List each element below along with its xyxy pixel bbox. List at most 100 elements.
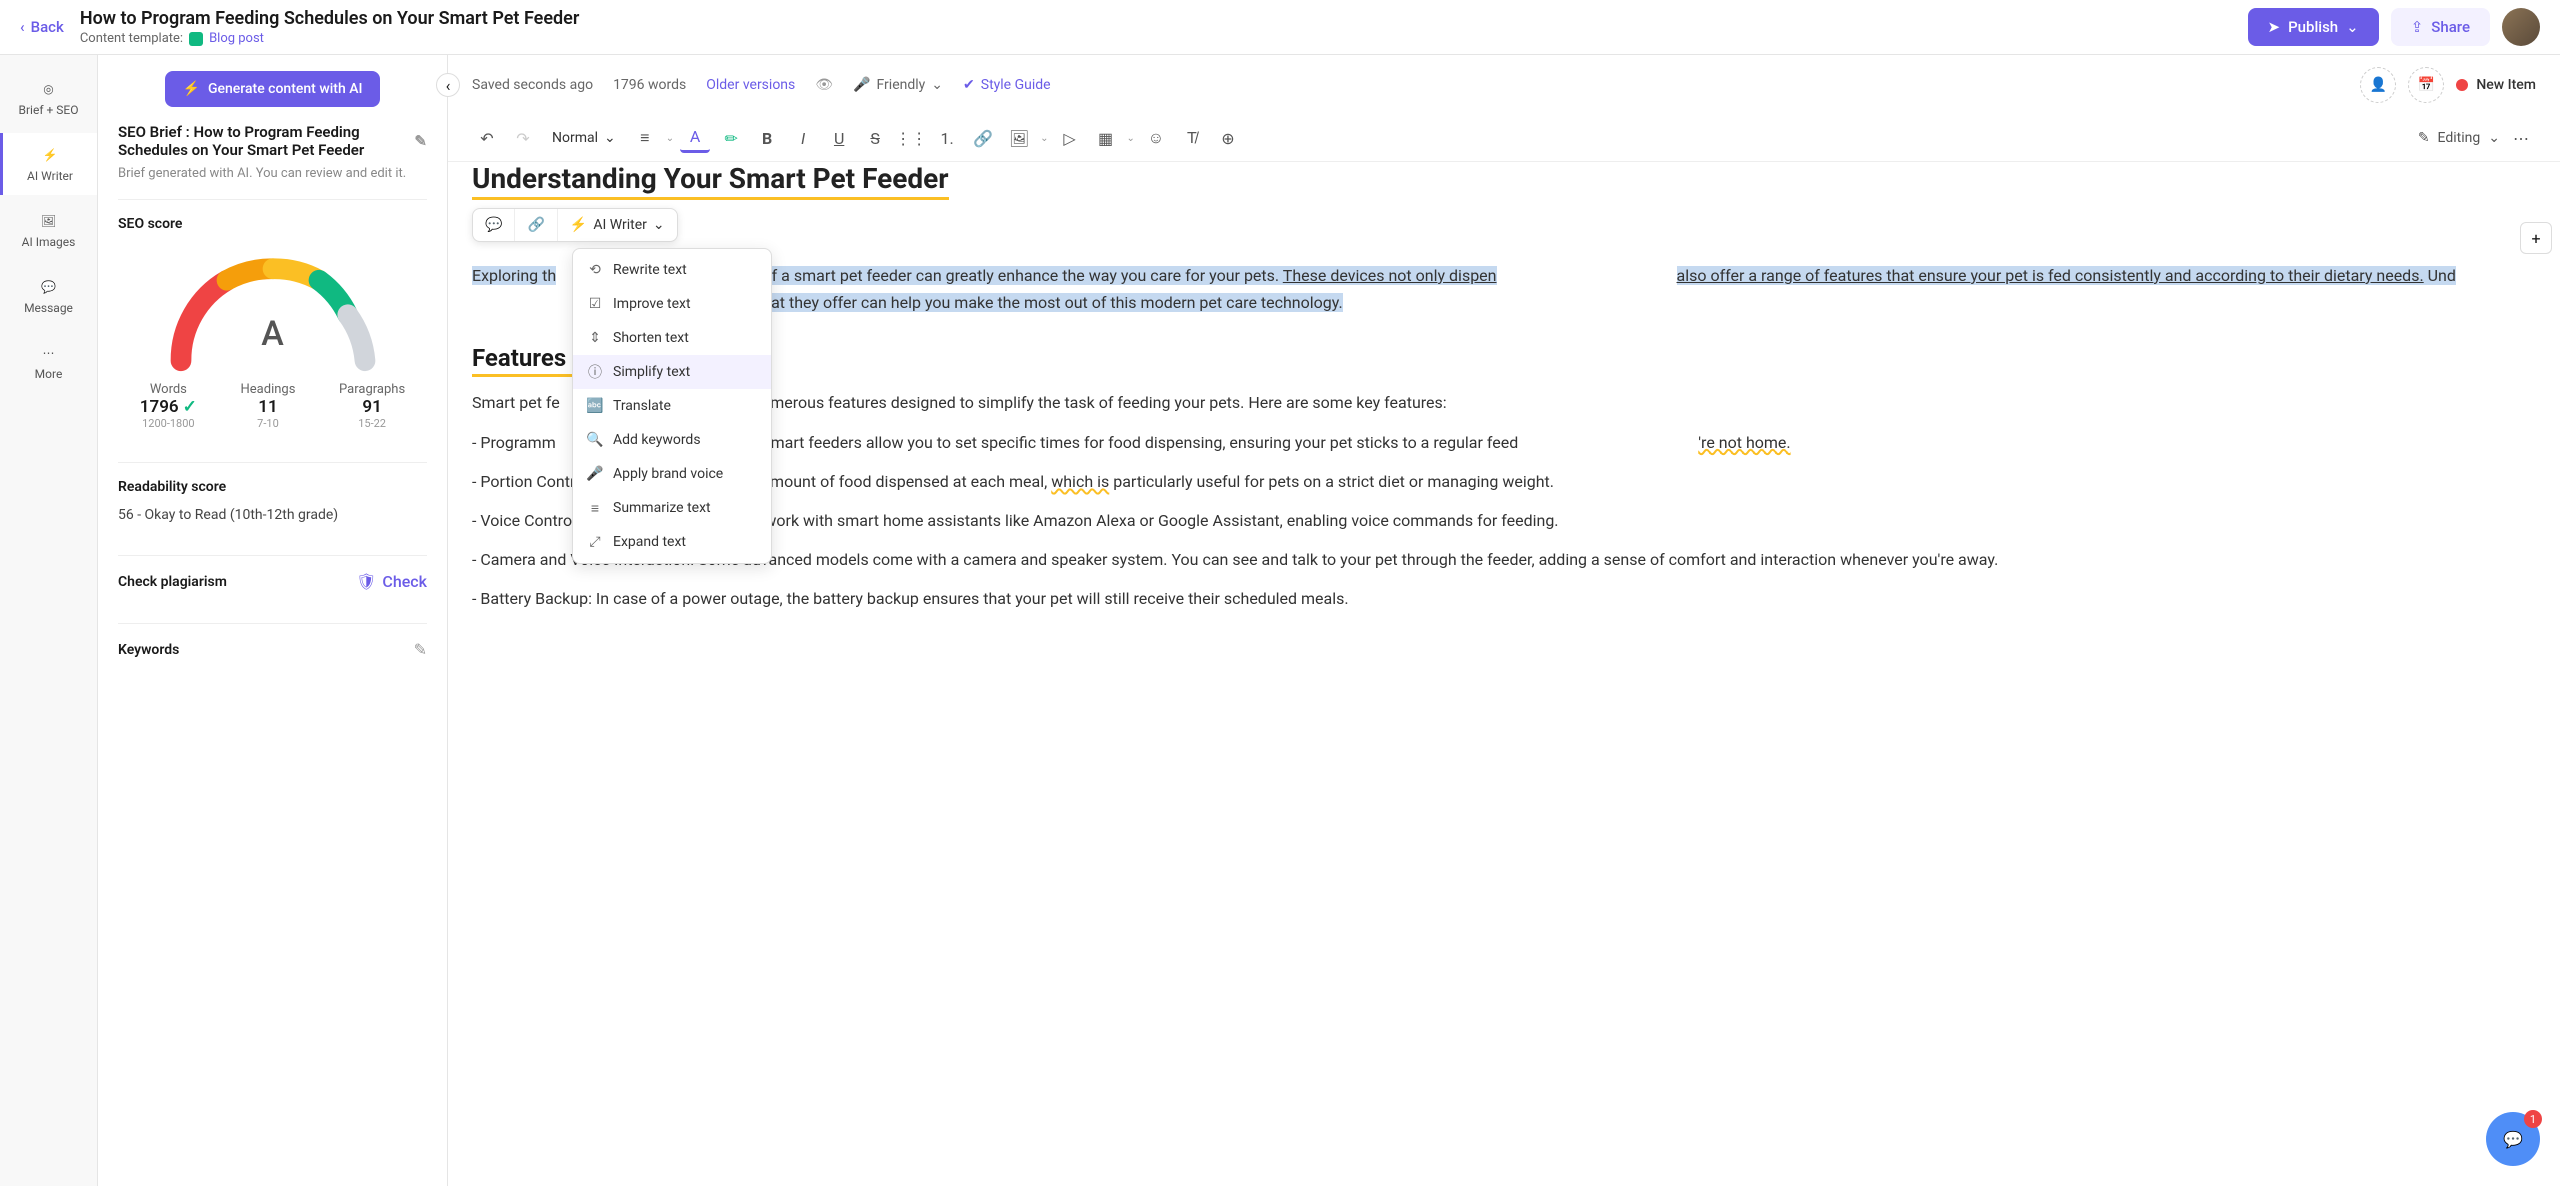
sidebar: ⚡ Generate content with AI SEO Brief : H… bbox=[98, 55, 448, 1186]
rail-more[interactable]: ⋯ More bbox=[0, 331, 97, 393]
translate-option[interactable]: 🔤Translate bbox=[573, 389, 771, 423]
brand-voice-option[interactable]: 🎤Apply brand voice bbox=[573, 457, 771, 491]
share-label: Share bbox=[2431, 18, 2470, 36]
shield-icon: 🛡 bbox=[356, 572, 376, 591]
mic-icon: 🎤 bbox=[587, 466, 603, 482]
shorten-text-option[interactable]: ⇕Shorten text bbox=[573, 321, 771, 355]
insert-link-button[interactable]: 🔗 bbox=[515, 209, 557, 241]
add-block-right-button[interactable]: + bbox=[2520, 222, 2552, 254]
template-label: Content template: bbox=[80, 31, 183, 46]
redo-button[interactable]: ↷ bbox=[508, 123, 538, 153]
undo-button[interactable]: ↶ bbox=[472, 123, 502, 153]
rewrite-text-option[interactable]: ⟲Rewrite text bbox=[573, 253, 771, 287]
expand-option[interactable]: ⤢Expand text bbox=[573, 525, 771, 559]
metric-headings: Headings 11 7-10 bbox=[241, 382, 296, 430]
chat-icon: 💬 bbox=[2503, 1130, 2523, 1149]
check-circle-icon: ✔ bbox=[963, 77, 975, 93]
publish-button[interactable]: ➤ Publish ⌄ bbox=[2248, 8, 2379, 46]
improve-text-option[interactable]: ☑Improve text bbox=[573, 287, 771, 321]
back-label: Back bbox=[31, 18, 64, 36]
readability-label: Readability score bbox=[118, 479, 427, 495]
edit-icon[interactable]: ✎ bbox=[414, 132, 427, 150]
share-button[interactable]: ⇪ Share bbox=[2391, 8, 2490, 46]
add-block-button[interactable]: ⊕ bbox=[1213, 123, 1243, 153]
older-versions-link[interactable]: Older versions bbox=[706, 77, 795, 93]
ai-writer-dropdown: ⟲Rewrite text ☑Improve text ⇕Shorten tex… bbox=[572, 248, 772, 564]
summarize-option[interactable]: ≡Summarize text bbox=[573, 491, 771, 525]
paragraph[interactable]: Exploring thfits of a smart pet feeder c… bbox=[472, 262, 2536, 316]
left-rail: ◎ Brief + SEO ⚡ AI Writer 🖼 AI Images 💬 … bbox=[0, 55, 98, 1186]
table-button[interactable]: ▦ bbox=[1091, 123, 1121, 153]
generate-content-button[interactable]: ⚡ Generate content with AI bbox=[165, 71, 381, 107]
image-icon: 🖼 bbox=[39, 211, 59, 231]
chevron-down-icon: ⌄ bbox=[1040, 133, 1048, 144]
word-count: 1796 words bbox=[613, 77, 686, 93]
paragraph[interactable]: Smart pet feh numerous features designed… bbox=[472, 389, 2536, 416]
check-square-icon: ☑ bbox=[587, 296, 603, 312]
align-button[interactable]: ≡ bbox=[630, 123, 660, 153]
send-icon: ➤ bbox=[2268, 18, 2281, 36]
link-button[interactable]: 🔗 bbox=[968, 123, 998, 153]
rail-brief-seo[interactable]: ◎ Brief + SEO bbox=[0, 67, 97, 129]
dots-icon: ⋯ bbox=[39, 343, 59, 363]
text-color-button[interactable]: A bbox=[680, 123, 710, 153]
more-toolbar-button[interactable]: ⋯ bbox=[2506, 123, 2536, 153]
eye-icon[interactable]: 👁 bbox=[815, 77, 833, 93]
heading[interactable]: Understanding Your Smart Pet Feeder bbox=[472, 162, 949, 200]
style-guide-button[interactable]: ✔ Style Guide bbox=[963, 77, 1051, 93]
underline-button[interactable]: U bbox=[824, 123, 854, 153]
numbered-list-button[interactable]: 1. bbox=[932, 123, 962, 153]
bolt-icon: ⚡ bbox=[570, 217, 587, 233]
back-button[interactable]: ‹ Back bbox=[20, 18, 64, 36]
paragraph[interactable]: - Voice Control Integration: Many models… bbox=[472, 507, 2536, 534]
simplify-text-option[interactable]: ⓘSimplify text bbox=[573, 355, 771, 389]
collapse-sidebar-button[interactable]: ‹ bbox=[436, 73, 460, 97]
add-person-button[interactable]: 👤 bbox=[2360, 67, 2396, 103]
info-icon: ⓘ bbox=[587, 364, 603, 380]
chevron-down-icon: ⌄ bbox=[653, 217, 665, 233]
emoji-button[interactable]: ☺ bbox=[1141, 123, 1171, 153]
paragraph[interactable]: - Portion Control: You can customize the… bbox=[472, 468, 2536, 495]
title-block: How to Program Feeding Schedules on Your… bbox=[80, 8, 2232, 46]
rail-ai-images[interactable]: 🖼 AI Images bbox=[0, 199, 97, 261]
brief-title: SEO Brief : How to Program Feeding Sched… bbox=[118, 123, 408, 159]
editing-mode[interactable]: ✎ Editing ⌄ bbox=[2418, 130, 2500, 146]
paragraph[interactable]: - Camera and Voice Interaction: Some adv… bbox=[472, 546, 2536, 573]
saved-status: Saved seconds ago bbox=[472, 77, 593, 93]
readability-text: 56 - Okay to Read (10th-12th grade) bbox=[118, 507, 427, 523]
target-icon: ◎ bbox=[39, 79, 59, 99]
check-plagiarism-button[interactable]: 🛡 Check bbox=[356, 572, 427, 591]
strikethrough-button[interactable]: S bbox=[860, 123, 890, 153]
template-link[interactable]: Blog post bbox=[209, 31, 264, 46]
chat-widget-button[interactable]: 💬 1 bbox=[2486, 1112, 2540, 1166]
video-button[interactable]: ▷ bbox=[1055, 123, 1085, 153]
keywords-label: Keywords bbox=[118, 642, 179, 658]
clear-format-button[interactable]: T̸ bbox=[1177, 123, 1207, 153]
italic-button[interactable]: I bbox=[788, 123, 818, 153]
rail-message[interactable]: 💬 Message bbox=[0, 265, 97, 327]
tone-selector[interactable]: 🎤 Friendly ⌄ bbox=[853, 77, 943, 93]
mic-icon: 🎤 bbox=[853, 77, 870, 93]
calendar-button[interactable]: 📅 bbox=[2408, 67, 2444, 103]
edit-keywords-icon[interactable]: ✎ bbox=[414, 640, 427, 659]
ai-writer-dropdown-button[interactable]: ⚡ AI Writer ⌄ bbox=[558, 209, 677, 241]
add-comment-button[interactable]: 💬 bbox=[473, 209, 515, 241]
chevron-down-icon: ⌄ bbox=[931, 77, 943, 93]
status-dot-icon bbox=[2456, 79, 2468, 91]
paragraph[interactable]: - Battery Backup: In case of a power out… bbox=[472, 585, 2536, 612]
new-item-status[interactable]: New Item bbox=[2456, 77, 2536, 93]
bold-button[interactable]: B bbox=[752, 123, 782, 153]
chevron-left-icon: ‹ bbox=[20, 18, 25, 36]
editor-content[interactable]: Understanding Your Smart Pet Feeder 💬 🔗 … bbox=[448, 162, 2560, 1186]
highlight-button[interactable]: ✏ bbox=[716, 123, 746, 153]
template-icon bbox=[189, 32, 203, 46]
image-button[interactable]: 🖼 bbox=[1004, 123, 1034, 153]
chevron-down-icon: ⌄ bbox=[1127, 133, 1135, 144]
add-keywords-option[interactable]: 🔍Add keywords bbox=[573, 423, 771, 457]
upload-icon: ⇪ bbox=[2411, 18, 2424, 36]
avatar[interactable] bbox=[2502, 8, 2540, 46]
style-select[interactable]: Normal ⌄ bbox=[544, 126, 624, 150]
rail-ai-writer[interactable]: ⚡ AI Writer bbox=[0, 133, 97, 195]
paragraph[interactable]: - Programmost smart feeders allow you to… bbox=[472, 429, 2536, 456]
bullet-list-button[interactable]: ⋮⋮ bbox=[896, 123, 926, 153]
